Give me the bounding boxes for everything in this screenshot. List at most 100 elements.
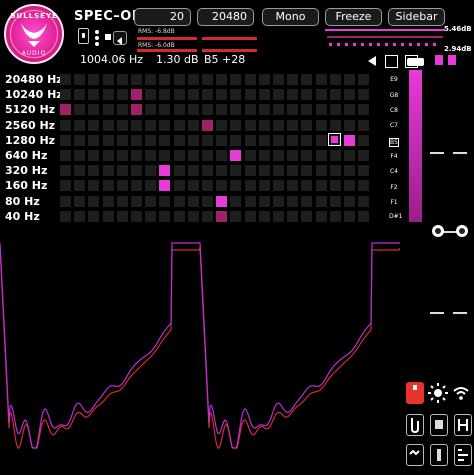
grid-cell <box>329 89 341 101</box>
gain-fader-track[interactable] <box>409 70 422 222</box>
mono-button[interactable]: Mono <box>262 8 319 26</box>
grid-cell <box>202 89 213 101</box>
grid-cell <box>173 195 185 207</box>
grid-cell <box>287 119 299 131</box>
triangle-left-icon[interactable] <box>366 55 378 67</box>
lock-icon[interactable] <box>78 28 89 44</box>
mode-button[interactable] <box>430 444 448 466</box>
grid-cell <box>301 150 313 161</box>
grid-cell <box>273 89 284 101</box>
grid-cell <box>202 195 213 207</box>
grid-cell <box>344 150 355 161</box>
grid-cell <box>230 150 242 161</box>
grid-cell <box>358 150 370 161</box>
grid-cell <box>159 165 171 177</box>
grid-cell <box>159 210 171 222</box>
threshold-dash[interactable] <box>430 312 444 314</box>
grid-cell <box>287 104 299 116</box>
power-button[interactable] <box>406 382 424 404</box>
square-toggle[interactable] <box>385 55 398 68</box>
grid-cell <box>173 210 185 222</box>
grid-cell <box>102 89 114 101</box>
waveform-display <box>0 242 400 449</box>
grid-cell <box>187 180 199 192</box>
gain-fader-handle[interactable] <box>407 58 424 66</box>
play-icon[interactable] <box>105 34 111 40</box>
grid-cell <box>74 74 86 85</box>
pan-knob-2[interactable] <box>456 225 468 237</box>
min-freq-field[interactable]: 20 <box>134 8 191 26</box>
spectrogram-grid[interactable] <box>60 72 378 222</box>
grid-cell <box>74 119 86 131</box>
grid-cell <box>116 89 128 101</box>
threshold-dash[interactable] <box>453 312 467 314</box>
threshold-dash[interactable] <box>430 152 444 154</box>
arrow-left-button[interactable] <box>113 31 127 45</box>
rms-left-label: RMS: -6.8dB <box>138 28 175 35</box>
grid-cell <box>74 104 86 116</box>
grid-cell <box>301 180 313 192</box>
grid-cell <box>74 165 86 177</box>
grid-cell <box>287 180 299 192</box>
grid-cell <box>74 195 86 207</box>
stereo-icon <box>458 449 468 461</box>
grid-cell <box>159 74 171 85</box>
grid-cell <box>344 180 355 192</box>
grid-cell <box>187 89 199 101</box>
grid-cell <box>173 180 185 192</box>
dots-icon[interactable] <box>95 30 103 46</box>
grid-cell <box>131 150 142 161</box>
grid-cell <box>102 104 114 116</box>
grid-cell <box>315 74 327 85</box>
pan-knob[interactable] <box>432 225 444 237</box>
sidebar-button[interactable]: Sidebar <box>388 8 445 26</box>
readout-freq: 1004.06 Hz <box>80 53 144 66</box>
grid-cell <box>102 74 114 85</box>
sun-icon[interactable] <box>428 383 448 403</box>
wifi-icon[interactable] <box>452 385 470 401</box>
grid-cell <box>145 134 157 146</box>
level-meter-dots <box>325 29 445 46</box>
loop-icon <box>411 418 419 434</box>
note-label-active: B5 <box>389 138 399 147</box>
threshold-dash[interactable] <box>453 152 467 154</box>
grid-cell <box>159 195 171 207</box>
grid-cell <box>287 89 299 101</box>
grid-cell <box>116 150 128 161</box>
grid-cell <box>88 104 100 116</box>
level-top-label: 5.46dB <box>444 25 472 33</box>
link-button[interactable] <box>406 444 424 466</box>
grid-cell <box>60 134 71 146</box>
grid-cell <box>358 180 370 192</box>
note-label: C7 <box>389 122 398 129</box>
grid-cell <box>273 210 284 222</box>
grid-cell <box>315 165 327 177</box>
freeze-button[interactable]: Freeze <box>325 8 382 26</box>
filter-button[interactable] <box>430 414 448 436</box>
lr-button[interactable] <box>454 414 472 436</box>
grid-cell <box>329 104 341 116</box>
note-label: D#1 <box>389 213 403 220</box>
grid-cell <box>315 195 327 207</box>
grid-cell <box>258 150 270 161</box>
grid-cell <box>230 74 242 85</box>
grid-cell <box>244 134 256 146</box>
grid-cell <box>202 180 213 192</box>
grid-cell <box>145 165 157 177</box>
grid-cell <box>74 180 86 192</box>
grid-cell <box>88 74 100 85</box>
grid-cell <box>287 134 299 146</box>
max-freq-field[interactable]: 20480 <box>197 8 254 26</box>
grid-cell <box>301 89 313 101</box>
grid-cell <box>202 210 213 222</box>
grid-cell <box>116 134 128 146</box>
grid-cell <box>88 180 100 192</box>
grid-cell <box>102 210 114 222</box>
grid-cell <box>145 104 157 116</box>
stereo-button[interactable] <box>454 444 472 466</box>
grid-cell <box>301 134 313 146</box>
loop-button[interactable] <box>406 414 424 436</box>
grid-cell <box>131 89 142 101</box>
grid-cell <box>202 134 213 146</box>
grid-cell <box>358 134 370 146</box>
